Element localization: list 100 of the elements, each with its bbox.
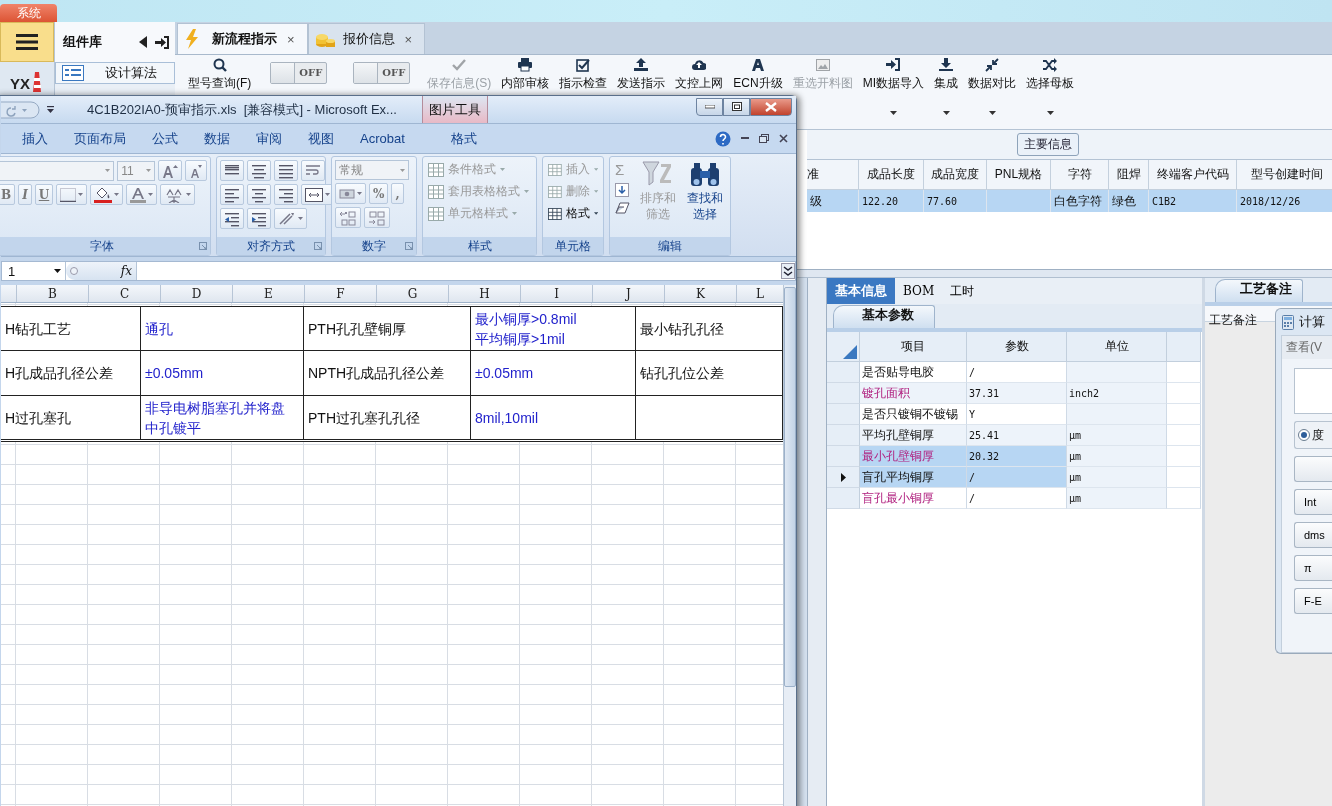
name-box[interactable]: 1 <box>2 262 66 280</box>
insert-function-button[interactable]: fx <box>120 264 132 278</box>
ribbon-tab[interactable]: 页面布局 <box>61 125 139 152</box>
shrink-font-button[interactable] <box>185 160 207 181</box>
font-color-button[interactable] <box>126 184 158 205</box>
scrollbar[interactable] <box>807 278 827 806</box>
tab[interactable]: BOM <box>895 278 943 304</box>
collapse-left-icon[interactable] <box>139 36 147 48</box>
row-header[interactable] <box>827 467 860 488</box>
fill-color-button[interactable] <box>90 184 124 205</box>
tab[interactable]: 基本参数 <box>833 305 935 328</box>
ribbon-tab[interactable]: 插入 <box>9 125 61 152</box>
align-right-button[interactable] <box>274 184 298 205</box>
sign-in-icon[interactable] <box>155 35 169 49</box>
increase-indent-button[interactable] <box>247 208 271 229</box>
radio-button[interactable] <box>1298 429 1310 441</box>
align-left-button[interactable] <box>220 184 244 205</box>
currency-button[interactable] <box>335 183 366 204</box>
format-button[interactable]: , <box>391 183 404 204</box>
scrollbar[interactable] <box>783 285 796 806</box>
column-header[interactable]: H <box>448 285 520 302</box>
text-orientation-button[interactable] <box>274 208 307 229</box>
toolbar-button[interactable]: ECN升级 <box>728 55 788 92</box>
column-header[interactable]: 单位 <box>1067 332 1167 362</box>
toolbar-button[interactable]: 内部审核 <box>496 55 555 92</box>
tab[interactable]: 新流程指示 × <box>177 23 308 54</box>
font-name-field[interactable] <box>0 160 115 181</box>
column-header[interactable]: 成品长度 <box>859 160 924 190</box>
close-button[interactable] <box>750 97 792 116</box>
align-bottom-button[interactable] <box>274 160 298 181</box>
toolbar-button[interactable]: 发送指示 <box>612 55 671 92</box>
ribbon-tab[interactable]: Acrobat <box>347 125 418 152</box>
tab[interactable]: 报价信息 × <box>307 23 426 54</box>
column-header[interactable]: 项目 <box>860 332 967 362</box>
column-header[interactable]: 准 <box>807 160 859 190</box>
border-button[interactable] <box>56 184 88 205</box>
column-header[interactable]: 型号创建时间 <box>1237 160 1332 190</box>
align-middle-button[interactable] <box>247 160 271 181</box>
column-header[interactable]: 终端客户代码 <box>1149 160 1237 190</box>
calculator-key[interactable]: Int <box>1294 489 1332 515</box>
calculator-key[interactable]: π <box>1294 555 1332 581</box>
format-button[interactable]: I <box>18 184 32 205</box>
column-header[interactable]: D <box>160 285 232 302</box>
column-header[interactable]: F <box>304 285 376 302</box>
toolbar-button[interactable]: 选择母板 <box>1021 55 1079 115</box>
ribbon-tab[interactable]: 视图 <box>295 125 347 152</box>
calculator-key[interactable]: dms <box>1294 522 1332 548</box>
toolbar-button[interactable]: 文控上网 <box>670 55 729 92</box>
customize-caret-icon[interactable] <box>47 106 54 113</box>
menu-item[interactable]: 查看(V <box>1282 336 1332 359</box>
column-header[interactable]: 字符 <box>1051 160 1109 190</box>
ribbon-tab[interactable]: 格式 <box>437 125 490 152</box>
decrease-indent-button[interactable] <box>220 208 244 229</box>
tab[interactable]: 工艺备注 <box>1215 279 1303 302</box>
toggle-switch[interactable]: OFF <box>353 62 411 84</box>
ribbon-command[interactable]: 格式 <box>546 204 600 223</box>
restore-icon[interactable] <box>759 134 769 143</box>
menu-button[interactable] <box>0 22 54 62</box>
grow-font-button[interactable] <box>158 160 182 181</box>
column-header[interactable]: J <box>592 285 664 302</box>
toolbar-button[interactable]: 数据对比 <box>963 55 1021 115</box>
close-button[interactable]: × <box>402 31 415 47</box>
toolbar-button[interactable]: 指示检查 <box>554 55 613 92</box>
formula-bar[interactable]: 1 fx <box>1 261 796 281</box>
table-cell: μm <box>1067 488 1167 509</box>
format-button[interactable]: % <box>369 183 389 204</box>
ribbon-tab[interactable]: 审阅 <box>243 125 295 152</box>
column-header[interactable]: 阻焊 <box>1109 160 1149 190</box>
toolbar-button[interactable]: 集成 <box>929 55 963 115</box>
restore-button[interactable] <box>723 97 750 116</box>
close-icon[interactable] <box>779 134 788 143</box>
toolbar-button[interactable]: 型号查询(F) <box>183 55 257 92</box>
expand-icon[interactable] <box>781 263 795 279</box>
ribbon-command[interactable]: 查找和 选择 <box>683 160 727 222</box>
align-center-button[interactable] <box>247 184 271 205</box>
column-header[interactable]: C <box>88 285 160 302</box>
format-button[interactable]: B <box>0 184 16 205</box>
close-button[interactable]: × <box>285 31 297 47</box>
toolbar-button[interactable]: MI数据导入 <box>857 55 929 115</box>
column-header[interactable]: E <box>232 285 304 302</box>
column-header[interactable]: 成品宽度 <box>924 160 987 190</box>
column-header[interactable]: K <box>664 285 736 302</box>
format-button[interactable]: U <box>34 184 54 205</box>
column-header[interactable]: 参数 <box>967 332 1067 362</box>
ribbon-tab[interactable]: 数据 <box>191 125 243 152</box>
sidebar-item[interactable]: 设计算法 <box>55 62 175 84</box>
column-header[interactable]: PNL规格 <box>987 160 1051 190</box>
column-header[interactable]: B <box>16 285 88 302</box>
column-header[interactable]: G <box>376 285 448 302</box>
tab[interactable]: 工时 <box>942 278 983 304</box>
ribbon-tab[interactable]: 公式 <box>139 125 191 152</box>
phonetic-button[interactable] <box>160 184 196 205</box>
toggle-switch[interactable]: OFF <box>270 62 328 84</box>
column-header[interactable]: I <box>520 285 592 302</box>
clear-button[interactable] <box>613 201 633 215</box>
align-top-button[interactable] <box>220 160 244 181</box>
minimize-icon[interactable] <box>741 137 749 140</box>
calculator-key[interactable]: F-E <box>1294 588 1332 614</box>
tab[interactable]: 基本信息 <box>827 278 895 304</box>
help-icon[interactable] <box>715 130 731 147</box>
